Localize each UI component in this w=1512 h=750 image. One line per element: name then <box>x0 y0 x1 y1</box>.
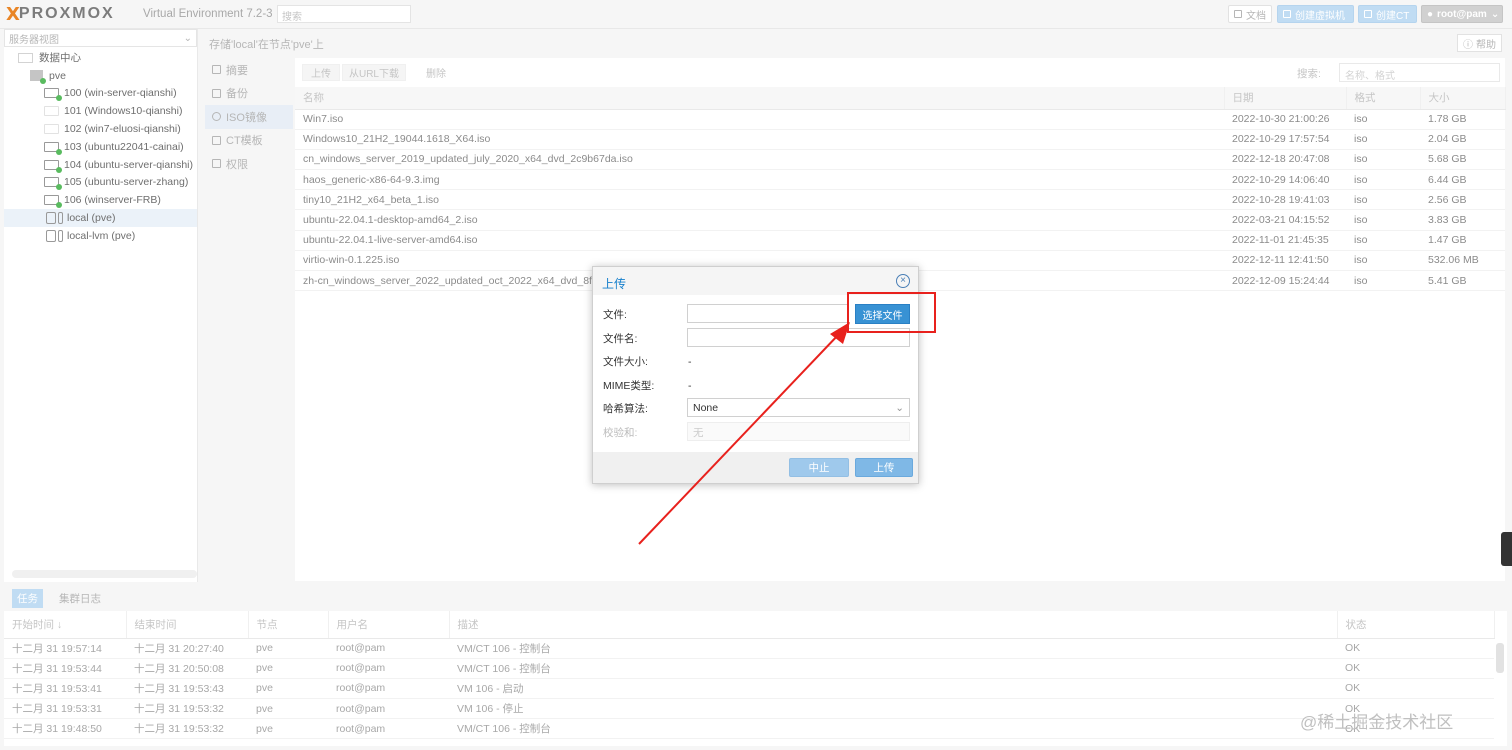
annotation-highlight-box <box>847 292 936 333</box>
watermark: @稀土掘金技术社区 <box>1300 713 1454 732</box>
hash-label: 哈希算法: <box>603 402 648 415</box>
file-input[interactable] <box>687 304 849 323</box>
filesize-label: 文件大小: <box>603 355 648 368</box>
filename-label: 文件名: <box>603 332 638 345</box>
checksum-label: 校验和: <box>603 426 638 439</box>
side-handle[interactable] <box>1501 532 1512 566</box>
filesize-value: - <box>688 356 692 368</box>
file-label: 文件: <box>603 308 627 321</box>
dialog-header: 上传 × <box>593 267 918 295</box>
upload-submit-button[interactable]: 上传 <box>855 458 913 477</box>
hash-algorithm-value: None <box>693 401 719 414</box>
abort-button[interactable]: 中止 <box>789 458 849 477</box>
hash-algorithm-select[interactable]: None ⌄ <box>687 398 910 417</box>
mime-label: MIME类型: <box>603 379 655 392</box>
checksum-field[interactable]: 无 <box>687 422 910 441</box>
mime-value: - <box>688 380 692 392</box>
dialog-title: 上传 <box>602 277 627 291</box>
dialog-footer: 中止 上传 <box>593 452 918 483</box>
chevron-down-icon: ⌄ <box>895 401 904 414</box>
close-icon[interactable]: × <box>896 274 910 288</box>
